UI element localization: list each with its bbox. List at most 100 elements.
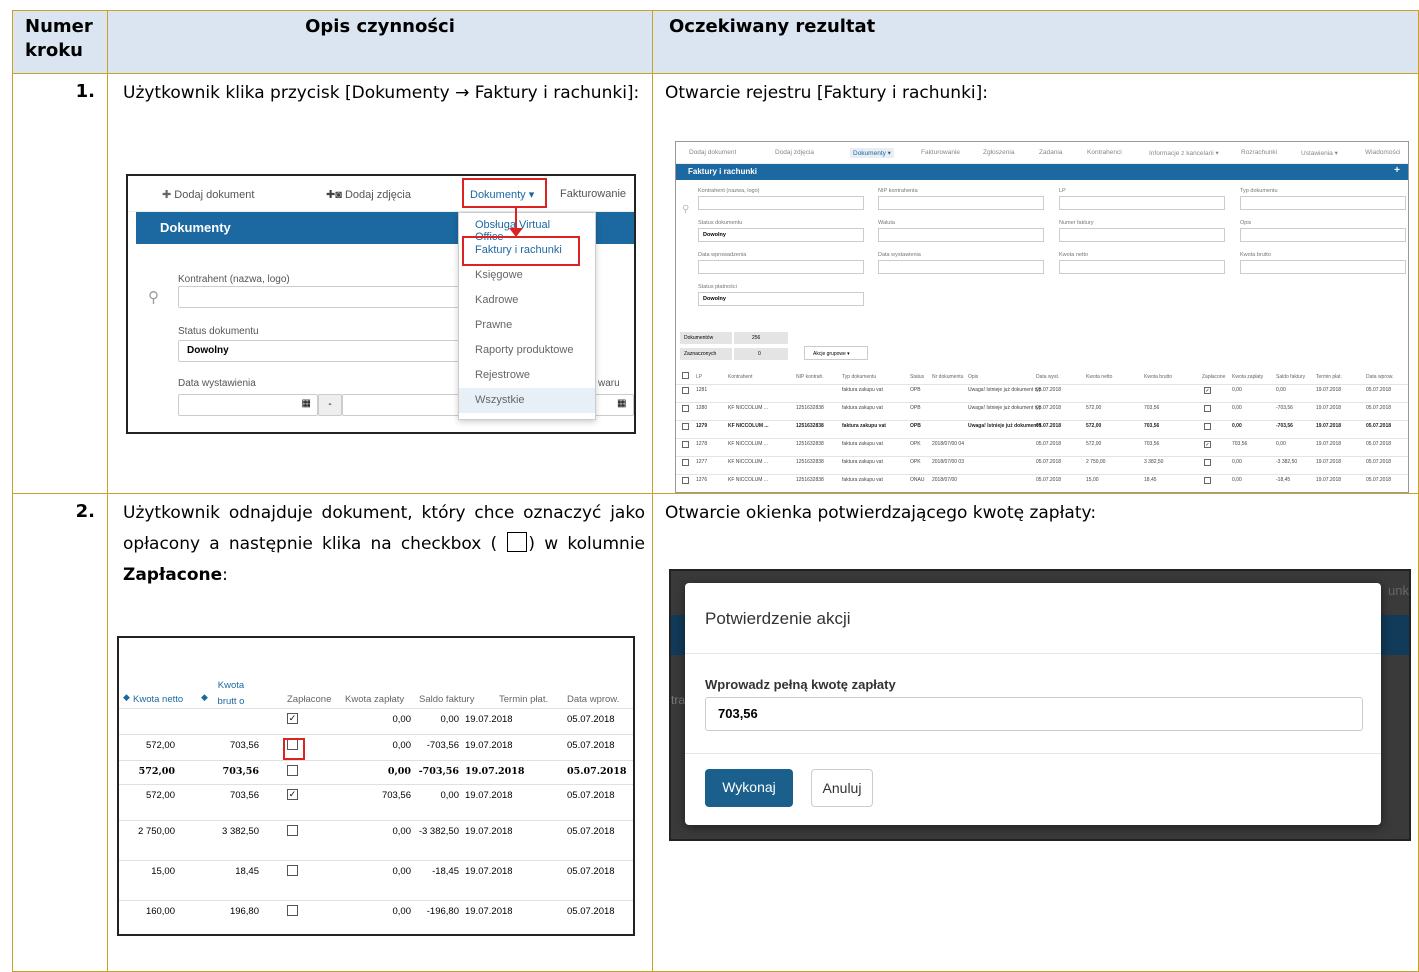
paid-checkbox[interactable] <box>1204 459 1211 466</box>
dropdown-item[interactable]: Obsługa Virtual Office <box>459 213 595 243</box>
row-checkbox[interactable] <box>682 459 689 466</box>
column-header[interactable]: Status <box>910 374 924 380</box>
paid-checkbox[interactable]: ✓ <box>287 713 298 724</box>
row-divider <box>119 734 633 735</box>
filter-input[interactable] <box>1240 196 1406 210</box>
column-header[interactable]: LP <box>696 374 702 380</box>
date-to-input[interactable] <box>342 394 462 416</box>
header-balance[interactable]: Saldo faktury <box>419 694 474 705</box>
filter-input[interactable]: Dowolny <box>698 228 864 242</box>
column-header[interactable]: Data wprow. <box>1366 374 1394 380</box>
nav-item[interactable]: Rozrachunki <box>1238 148 1280 157</box>
column-header[interactable]: Nr dokumentu <box>932 374 963 380</box>
kontrahent-input[interactable] <box>178 286 478 308</box>
row-checkbox[interactable] <box>682 387 689 394</box>
row-checkbox[interactable] <box>682 441 689 448</box>
nav-item[interactable]: Dodaj dokument <box>686 148 739 157</box>
select-all-checkbox[interactable] <box>682 372 689 379</box>
table-cell: 19.07.2018 <box>1316 441 1342 447</box>
dropdown-item[interactable]: Wszystkie <box>459 388 595 413</box>
row-divider <box>119 820 633 821</box>
group-actions-button[interactable]: Akcje grupowe ▾ <box>804 346 868 360</box>
column-header[interactable]: Termin płat. <box>1316 374 1342 380</box>
paid-checkbox[interactable] <box>287 905 298 916</box>
paid-checkbox[interactable] <box>287 765 298 776</box>
row-checkbox[interactable] <box>682 405 689 412</box>
nav-item[interactable]: Zadania <box>1036 148 1066 157</box>
column-header[interactable]: Kwota brutto <box>1144 374 1172 380</box>
invoicing-link[interactable]: Fakturowanie <box>560 188 626 200</box>
header-due[interactable]: Termin płat. <box>499 694 548 705</box>
add-document-link[interactable]: ✚ Dodaj dokument <box>162 188 254 201</box>
paid-checkbox[interactable] <box>287 825 298 836</box>
filter-input[interactable] <box>1240 228 1406 242</box>
nav-item[interactable]: Dokumenty ▾ <box>850 148 894 158</box>
filter-input[interactable] <box>878 260 1044 274</box>
dropdown-item[interactable]: Księgowe <box>459 263 595 288</box>
add-photo-link[interactable]: ✚◙ Dodaj zdjęcia <box>326 188 411 201</box>
header-amount[interactable]: Kwota zapłaty <box>345 694 404 705</box>
nav-item[interactable]: Dodaj zdjęcia <box>772 148 817 157</box>
column-header[interactable]: Zapłacone <box>1202 374 1225 380</box>
paid-checkbox[interactable] <box>1204 423 1211 430</box>
nav-item[interactable]: Fakturowanie <box>918 148 963 157</box>
column-header[interactable]: Opis <box>968 374 978 380</box>
filter-input[interactable] <box>1059 260 1225 274</box>
column-header[interactable]: Data wyst. <box>1036 374 1059 380</box>
filter-input[interactable] <box>1059 196 1225 210</box>
date-from-input[interactable]: ▦ <box>178 394 318 416</box>
filter-input[interactable] <box>698 260 864 274</box>
right-input-fragment[interactable]: ▦ <box>590 394 634 416</box>
filter-input[interactable] <box>698 196 864 210</box>
kontrahent-label: Kontrahent (nazwa, logo) <box>178 274 290 285</box>
filter-input[interactable] <box>1059 228 1225 242</box>
dropdown-item[interactable]: Raporty produktowe <box>459 338 595 363</box>
row-checkbox[interactable] <box>682 477 689 484</box>
add-plus-icon[interactable]: + <box>1394 165 1400 176</box>
column-header[interactable]: Kwota netto <box>1086 374 1112 380</box>
status-select[interactable]: Dowolny <box>178 340 478 362</box>
paid-checkbox[interactable] <box>1204 405 1211 412</box>
header-entry[interactable]: Data wprow. <box>567 694 619 705</box>
paid-checkbox[interactable] <box>287 865 298 876</box>
screenshot-paid-column: ◆ Kwota netto ◆ Kwota brutt o Zapłacone Kwota… <box>117 636 635 936</box>
filter-label: Numer faktury <box>1059 220 1094 226</box>
screenshot-invoices-register: Dodaj dokument Dodaj zdjęcia Dokumenty ▾ Fa… <box>675 141 1409 493</box>
column-header[interactable]: Kwota zapłaty <box>1232 374 1263 380</box>
paid-checkbox[interactable] <box>1204 477 1211 484</box>
filter-input[interactable]: Dowolny <box>698 292 864 306</box>
nav-item[interactable]: Zgłoszenia <box>980 148 1017 157</box>
nav-item[interactable]: Wiadomości <box>1362 148 1403 157</box>
confirm-modal: Potwierdzenie akcji Wprowadz pełną kwotę… <box>685 583 1381 825</box>
table-cell: 18,45 <box>1144 477 1157 483</box>
nav-item[interactable]: Informacje z kancelarii ▾ <box>1146 148 1222 158</box>
dropdown-item[interactable]: Kadrowe <box>459 288 595 313</box>
filter-input[interactable] <box>878 228 1044 242</box>
screenshot-documents-menu: ✚ Dodaj dokument ✚◙ Dodaj zdjęcia Dokume… <box>126 174 636 434</box>
header-paid[interactable]: Zapłacone <box>287 694 331 705</box>
paid-checkbox[interactable]: ✓ <box>287 789 298 800</box>
dropdown-item[interactable]: Rejestrowe <box>459 363 595 388</box>
filter-input[interactable] <box>878 196 1044 210</box>
table-cell: 19.07.2018 <box>1316 477 1342 483</box>
row-checkbox[interactable] <box>682 423 689 430</box>
nav-item[interactable]: Ustawienia ▾ <box>1298 148 1341 158</box>
paid-checkbox[interactable]: ✓ <box>1204 387 1211 394</box>
table-cell: 1251632838 <box>796 477 824 483</box>
table-cell: -703,56 <box>1276 423 1293 429</box>
nav-item[interactable]: Kontrahenci <box>1084 148 1125 157</box>
column-header[interactable]: Typ dokumentu <box>842 374 876 380</box>
filter-input[interactable] <box>1240 260 1406 274</box>
column-header[interactable]: Kontrahent <box>728 374 752 380</box>
amount-input[interactable]: 703,56 <box>705 697 1363 731</box>
table-cell: Uwaga! Istnieje już dokument typ <box>968 405 1042 411</box>
cancel-button[interactable]: Anuluj <box>811 769 873 807</box>
table-cell: 05.07.2018 <box>1036 387 1062 393</box>
paid-checkbox[interactable]: ✓ <box>1204 441 1211 448</box>
header-net[interactable]: Kwota netto <box>133 694 183 705</box>
column-header[interactable]: NIP kontrah. <box>796 374 824 380</box>
header-gross[interactable]: Kwota brutt o <box>211 678 251 710</box>
dropdown-item[interactable]: Prawne <box>459 313 595 338</box>
execute-button[interactable]: Wykonaj <box>705 769 793 807</box>
column-header[interactable]: Saldo faktury <box>1276 374 1305 380</box>
